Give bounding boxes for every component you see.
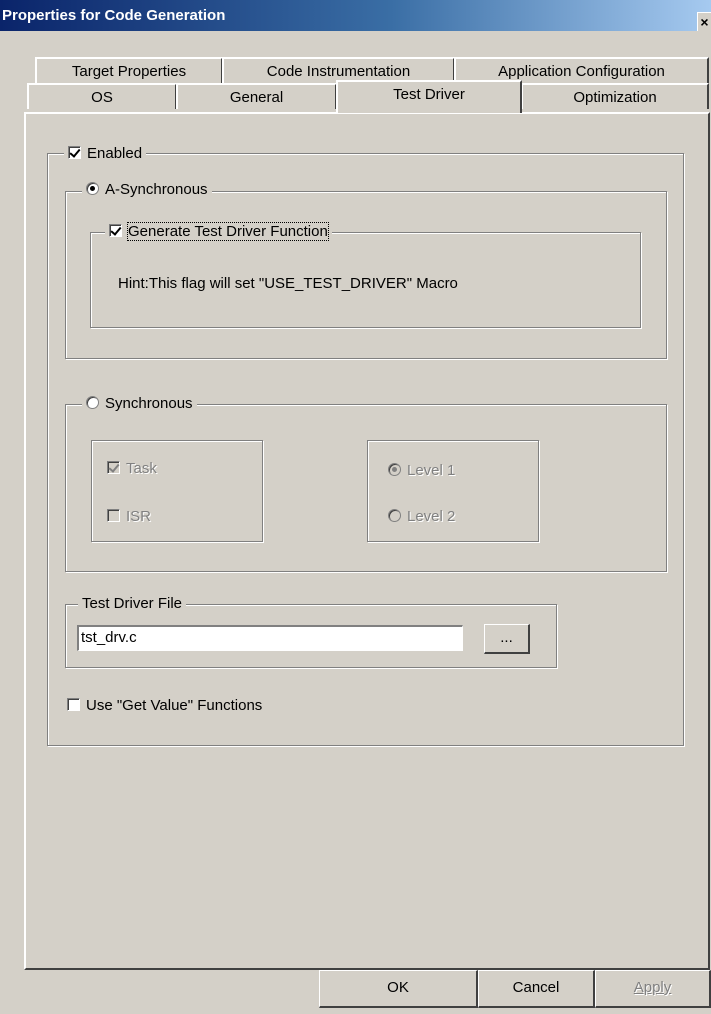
tab-optimization[interactable]: Optimization [521, 83, 709, 109]
sync-radio[interactable]: Synchronous [82, 394, 197, 414]
hint-text: Hint:This flag will set "USE_TEST_DRIVER… [118, 275, 458, 292]
get-value-label: Use "Get Value" Functions [86, 697, 263, 714]
get-value-checkbox-box[interactable] [67, 698, 80, 711]
window-title-bar: Properties for Code Generation [0, 0, 711, 31]
level1-label: Level 1 [407, 462, 456, 479]
async-radio-button[interactable] [86, 182, 99, 195]
test-driver-file-input[interactable]: tst_drv.c [77, 625, 463, 651]
level2-label: Level 2 [407, 508, 456, 525]
isr-label: ISR [126, 508, 152, 525]
level2-radio[interactable]: Level 2 [388, 507, 455, 527]
apply-label: Apply [633, 979, 672, 996]
level2-radio-button[interactable] [388, 509, 401, 522]
level1-radio-button[interactable] [388, 463, 401, 476]
isr-checkbox[interactable]: ISR [107, 507, 151, 527]
tab-test-driver[interactable]: Test Driver [336, 80, 522, 113]
enabled-label: Enabled [87, 145, 143, 162]
test-driver-panel: Enabled A-Synchronous Generate Test Driv… [24, 112, 710, 970]
window-title: Properties for Code Generation [2, 7, 226, 24]
cancel-button[interactable]: Cancel [478, 970, 595, 1008]
close-icon: × [700, 14, 709, 30]
test-driver-file-label: Test Driver File [78, 594, 187, 614]
tab-target-properties[interactable]: Target Properties [35, 57, 223, 83]
level1-radio[interactable]: Level 1 [388, 461, 455, 481]
async-label: A-Synchronous [105, 181, 208, 198]
generate-label: Generate Test Driver Function [127, 222, 329, 241]
isr-checkbox-box[interactable] [107, 509, 120, 522]
browse-button[interactable]: ... [484, 624, 530, 654]
tab-os[interactable]: OS [27, 83, 177, 109]
close-button[interactable]: × [697, 12, 711, 31]
generate-checkbox[interactable]: Generate Test Driver Function [105, 222, 332, 242]
apply-button[interactable]: Apply [595, 970, 711, 1008]
async-radio[interactable]: A-Synchronous [82, 180, 212, 200]
get-value-checkbox[interactable]: Use "Get Value" Functions [67, 696, 262, 716]
enabled-checkbox[interactable]: Enabled [64, 144, 147, 164]
task-checkbox-box[interactable] [107, 461, 120, 474]
sync-radio-button[interactable] [86, 396, 99, 409]
task-checkbox[interactable]: Task [107, 459, 157, 479]
task-label: Task [126, 460, 157, 477]
generate-checkbox-box[interactable] [109, 224, 122, 237]
tab-general[interactable]: General [176, 83, 337, 109]
enabled-checkbox-box[interactable] [68, 146, 81, 159]
sync-label: Synchronous [105, 395, 193, 412]
ok-button[interactable]: OK [319, 970, 478, 1008]
